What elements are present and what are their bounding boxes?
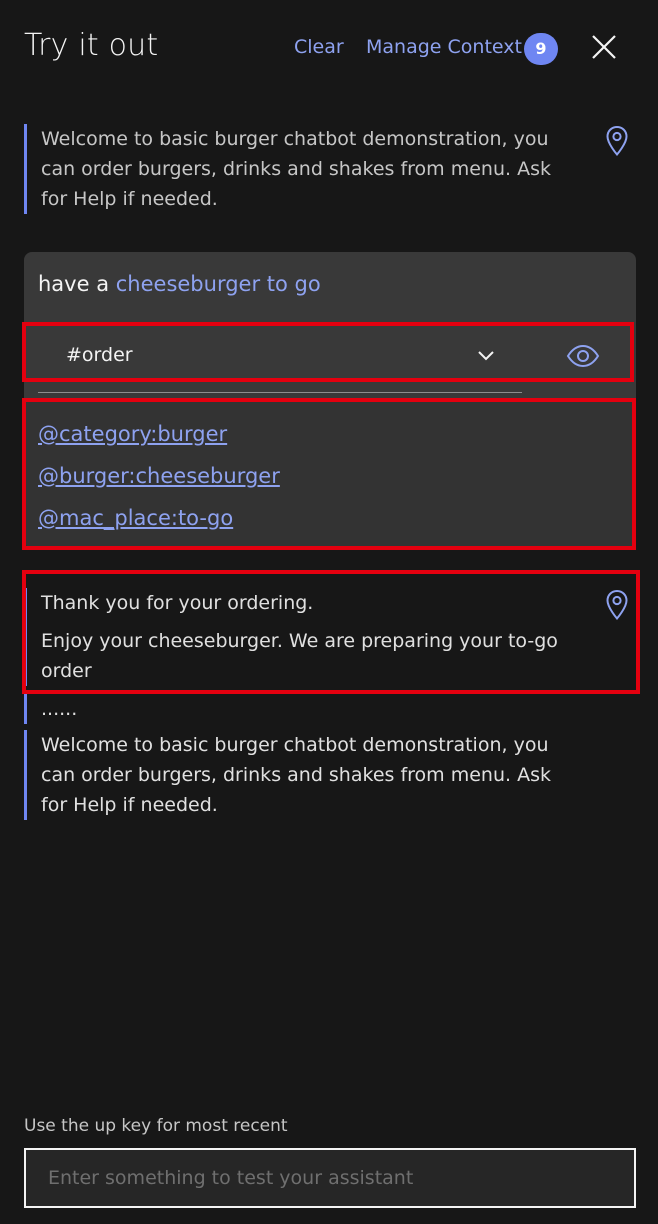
manage-context-button[interactable]: Manage Context (366, 36, 522, 58)
message-input[interactable] (24, 1148, 636, 1208)
message-line: Enjoy your cheeseburger. We are preparin… (41, 630, 558, 652)
message-line: Welcome to basic burger chatbot demonstr… (41, 128, 549, 150)
user-input-card: have a cheeseburger to go #order @catego… (24, 252, 636, 548)
context-count-badge: 9 (524, 33, 558, 65)
location-pin-icon[interactable] (605, 589, 629, 621)
chevron-down-icon[interactable] (476, 348, 496, 362)
message-line: Thank you for your ordering. (41, 592, 314, 614)
entity-list: @category:burger @burger:cheeseburger @m… (24, 400, 636, 548)
entity-link-mac-place[interactable]: @mac_place:to-go (38, 506, 233, 530)
eye-icon[interactable] (566, 344, 600, 368)
message-line: for Help if needed. (41, 794, 218, 816)
user-message-text: have a (38, 272, 116, 296)
input-hint: Use the up key for most recent (24, 1116, 288, 1136)
location-pin-icon[interactable] (605, 125, 629, 157)
intent-underline (38, 392, 522, 393)
assistant-message-welcome: Welcome to basic burger chatbot demonstr… (24, 124, 551, 214)
message-line: order (41, 660, 92, 682)
message-line: for Help if needed. (41, 188, 218, 210)
entity-link-category[interactable]: @category:burger (38, 422, 227, 446)
message-line: Welcome to basic burger chatbot demonstr… (41, 734, 549, 756)
assistant-message-reply: Thank you for your ordering. Enjoy your … (24, 588, 558, 686)
close-icon[interactable] (588, 31, 620, 63)
user-message: have a cheeseburger to go (38, 272, 321, 296)
intent-row: #order (24, 324, 636, 380)
clear-button[interactable]: Clear (294, 36, 344, 58)
entity-link-burger[interactable]: @burger:cheeseburger (38, 464, 280, 488)
intent-label: #order (66, 344, 133, 366)
assistant-message-welcome: Welcome to basic burger chatbot demonstr… (24, 730, 551, 820)
user-message-highlight: cheeseburger to go (115, 272, 321, 296)
message-line: can order burgers, drinks and shakes fro… (41, 764, 551, 786)
assistant-message-ellipsis: ...... (24, 694, 77, 724)
message-line: ...... (41, 698, 78, 720)
message-line: can order burgers, drinks and shakes fro… (41, 158, 551, 180)
panel-title: Try it out (24, 28, 159, 63)
